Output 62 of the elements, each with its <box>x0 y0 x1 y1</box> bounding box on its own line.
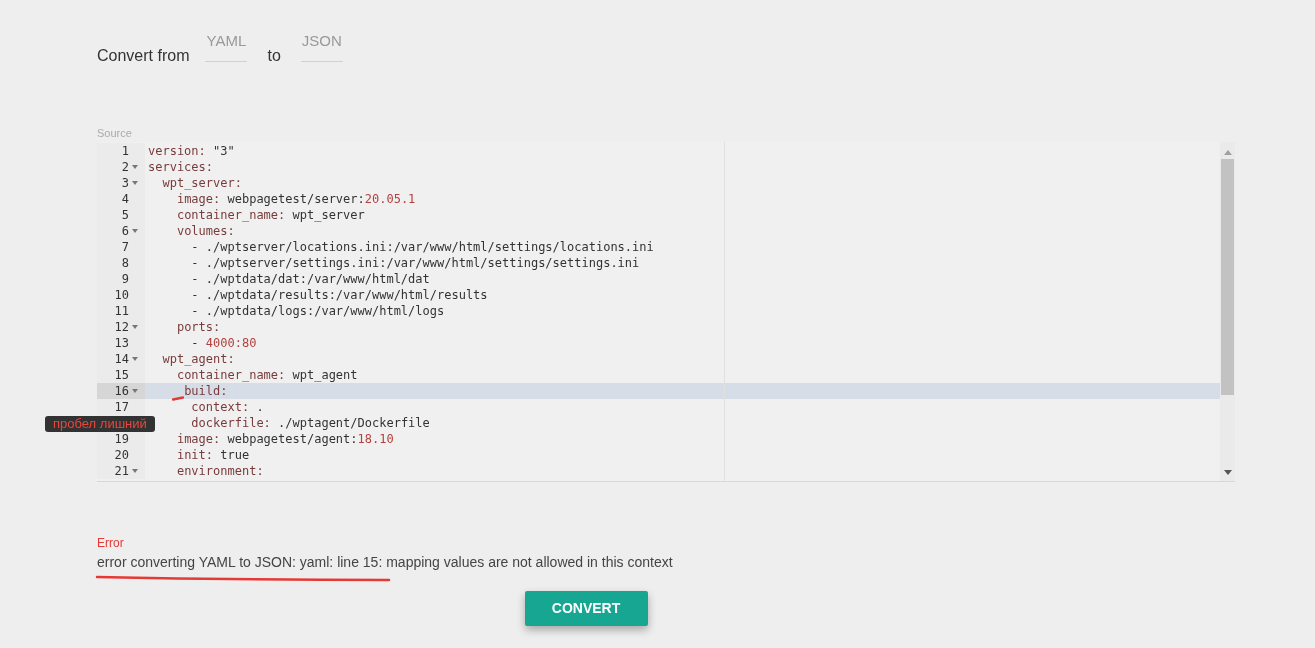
line-number: 5 <box>121 207 129 223</box>
source-format-field[interactable]: YAML <box>205 30 248 62</box>
code-line: dockerfile: ./wptagent/Dockerfile <box>191 415 430 431</box>
line-number: 8 <box>121 255 129 271</box>
fold-caret-icon[interactable] <box>132 325 138 329</box>
code-line: container_name: wpt_agent <box>176 367 358 383</box>
line-number: 16 <box>114 383 129 399</box>
code-line: services: <box>148 159 214 175</box>
code-line: wpt_agent: <box>162 351 235 367</box>
line-number: 20 <box>114 447 129 463</box>
fold-caret-icon[interactable] <box>132 165 138 169</box>
line-number: 11 <box>114 303 129 319</box>
code-line: - ./wptdata/results:/var/www/html/results <box>191 287 488 303</box>
code-line: version: "3" <box>148 143 235 159</box>
fold-caret-icon[interactable] <box>132 389 138 393</box>
line-number: 14 <box>114 351 129 367</box>
line-number: 17 <box>114 399 129 415</box>
code-line: - ./wptserver/locations.ini:/var/www/html/settings/locations.ini <box>191 239 654 255</box>
underline-mark <box>172 396 184 401</box>
error-message: error converting YAML to JSON: yaml: line 15: mapping values are not allowed in this context <box>97 554 673 571</box>
code-line: context: . <box>191 399 264 415</box>
convert-button[interactable]: CONVERT <box>524 591 648 626</box>
line-number: 15 <box>114 367 129 383</box>
error-label: Error <box>97 535 124 552</box>
line-number: 10 <box>114 287 129 303</box>
line-number: 6 <box>121 223 129 239</box>
code-line: build: <box>184 383 228 399</box>
fold-caret-icon[interactable] <box>132 229 138 233</box>
scroll-up-icon[interactable] <box>1223 150 1232 155</box>
source-label: Source <box>97 126 132 140</box>
line-number: 2 <box>121 159 129 175</box>
fold-caret-icon[interactable] <box>132 469 138 473</box>
annotation-note: пробел лишний <box>45 416 155 432</box>
code-line: - ./wptserver/settings.ini:/var/www/html/settings/settings.ini <box>191 255 640 271</box>
line-number: 12 <box>114 319 129 335</box>
fold-caret-icon[interactable] <box>132 181 138 185</box>
line-number: 4 <box>121 191 129 207</box>
code-line: - ./wptdata/logs:/var/www/html/logs <box>191 303 445 319</box>
convert-from-label: Convert from <box>97 46 190 66</box>
scroll-down-icon[interactable] <box>1223 470 1232 475</box>
line-number: 7 <box>121 239 129 255</box>
line-number: 21 <box>114 463 129 479</box>
code-line: wpt_server: <box>162 175 242 191</box>
line-number: 9 <box>121 271 129 287</box>
line-number: 1 <box>121 143 129 159</box>
code-line: image: webpagetest/agent:18.10 <box>176 431 394 447</box>
target-format-field[interactable]: JSON <box>300 30 343 62</box>
code-line: image: webpagetest/server:20.05.1 <box>176 191 416 207</box>
fold-caret-icon[interactable] <box>132 357 138 361</box>
line-number: 13 <box>114 335 129 351</box>
code-line: init: true <box>176 447 250 463</box>
line-number: 19 <box>114 431 129 447</box>
code-line: ports: <box>176 319 221 335</box>
scrollbar[interactable] <box>1220 142 1235 481</box>
scrollbar-thumb[interactable] <box>1221 159 1234 395</box>
code-line: - ./wptdata/dat:/var/www/html/dat <box>191 271 430 287</box>
code-line: - 4000:80 <box>191 335 257 351</box>
to-label: to <box>267 46 281 66</box>
code-line: volumes: <box>176 223 235 239</box>
code-line: container_name: wpt_server <box>176 207 365 223</box>
line-number: 3 <box>121 175 129 191</box>
code-line: environment: <box>176 463 264 479</box>
